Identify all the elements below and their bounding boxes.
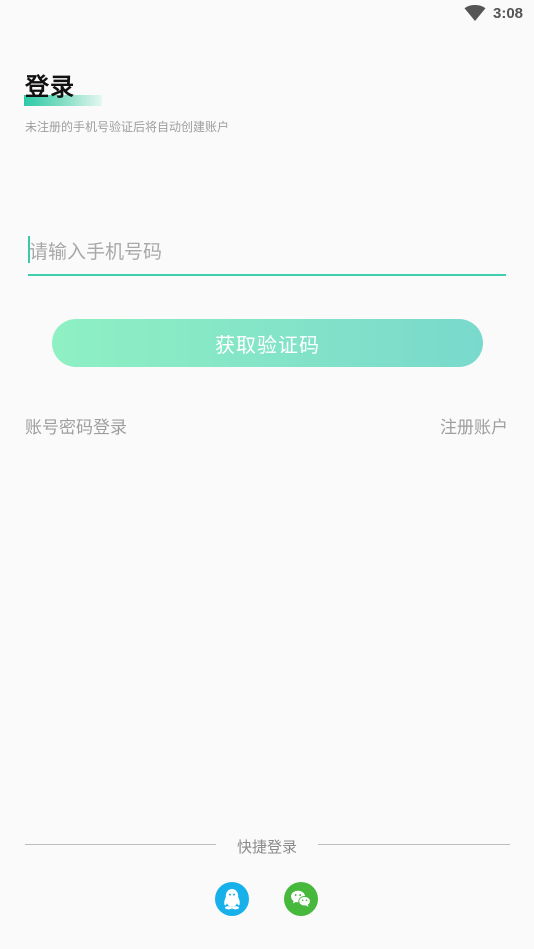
password-login-link[interactable]: 账号密码登录 <box>25 413 127 438</box>
divider-right <box>318 844 510 845</box>
status-clock: 3:08 <box>493 5 524 22</box>
register-link[interactable]: 注册账户 <box>440 413 508 438</box>
phone-field[interactable] <box>28 232 506 276</box>
qq-login-button[interactable] <box>215 882 249 916</box>
get-code-button[interactable]: 获取验证码 <box>52 319 483 367</box>
wechat-login-button[interactable] <box>284 882 318 916</box>
title-block: 登录 <box>24 72 104 106</box>
quick-login-label: 快捷登录 <box>236 838 297 856</box>
text-cursor <box>28 236 30 263</box>
status-bar: 3:08 <box>0 0 534 30</box>
phone-input-underline <box>28 274 506 276</box>
phone-input[interactable] <box>28 232 505 272</box>
wifi-icon <box>464 5 486 21</box>
page-title: 登录 <box>25 73 75 101</box>
divider-left <box>25 844 216 845</box>
qq-icon <box>224 889 240 910</box>
wechat-icon <box>291 890 311 907</box>
page-subtitle: 未注册的手机号验证后将自动创建账户 <box>25 120 230 134</box>
